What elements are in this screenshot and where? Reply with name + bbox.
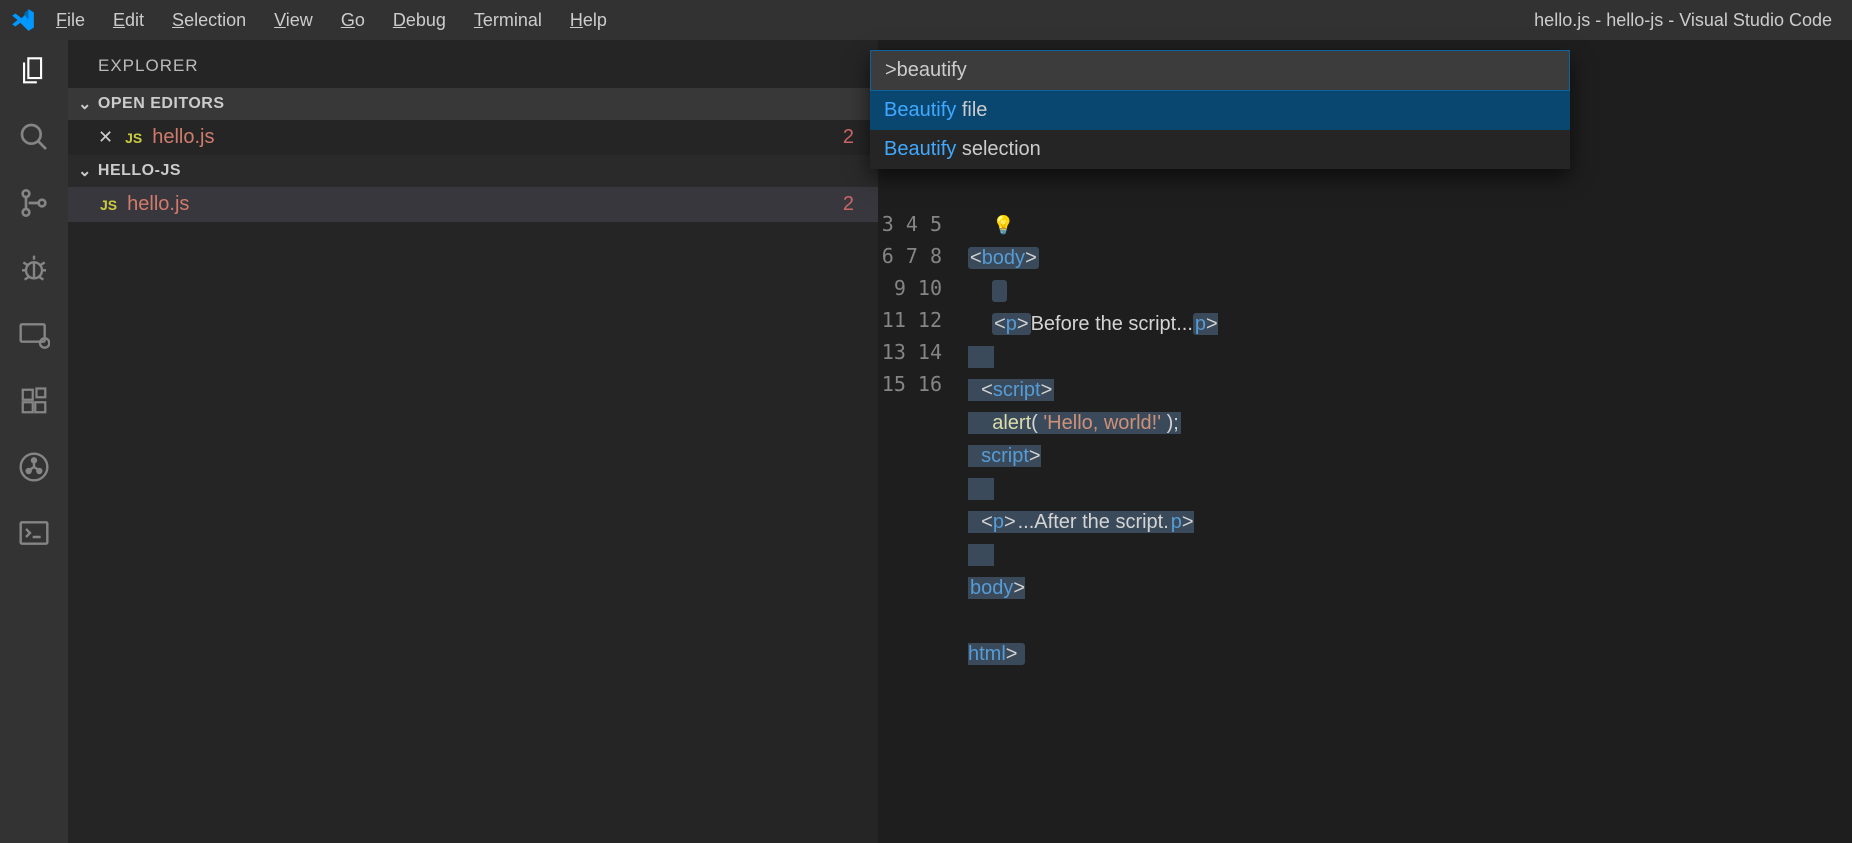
explorer-title: EXPLORER [68, 40, 878, 88]
menu-item[interactable]: File [56, 10, 85, 31]
explorer-icon[interactable] [17, 54, 51, 88]
command-palette: Beautify fileBeautify selection [870, 50, 1570, 169]
activity-bar [0, 40, 68, 843]
palette-item[interactable]: Beautify selection [870, 130, 1570, 169]
explorer-sidebar: EXPLORER ⌄ OPEN EDITORS ✕ JS hello.js 2 … [68, 40, 878, 843]
menu-item[interactable]: Terminal [474, 10, 542, 31]
remote-icon[interactable] [17, 318, 51, 352]
menu-item[interactable]: Go [341, 10, 365, 31]
error-count: 2 [843, 126, 854, 149]
terminal-icon[interactable] [17, 516, 51, 550]
title-bar: File Edit Selection View Go Debug Terminal Help… [0, 0, 1852, 40]
source-control-icon[interactable] [17, 186, 51, 220]
extensions-icon[interactable] [17, 384, 51, 418]
vscode-logo-icon [10, 7, 36, 33]
open-editors-label: OPEN EDITORS [98, 95, 225, 113]
chevron-down-icon: ⌄ [78, 94, 92, 114]
chevron-down-icon: ⌄ [78, 161, 92, 181]
close-icon[interactable]: ✕ [98, 127, 113, 148]
folder-file[interactable]: JS hello.js 2 [68, 187, 878, 222]
lightbulb-icon[interactable]: 💡 [992, 209, 1014, 241]
menu-item[interactable]: Selection [172, 10, 246, 31]
folder-filename: hello.js [127, 193, 189, 216]
folder-label: HELLO-JS [98, 162, 181, 180]
error-count: 2 [843, 193, 854, 216]
menu-bar: File Edit Selection View Go Debug Terminal Help [56, 10, 607, 31]
folder-header[interactable]: ⌄ HELLO-JS [68, 155, 878, 187]
git-graph-icon[interactable] [17, 450, 51, 484]
menu-item[interactable]: Debug [393, 10, 446, 31]
palette-item[interactable]: Beautify file [870, 91, 1570, 130]
menu-item[interactable]: Help [570, 10, 607, 31]
command-palette-input[interactable] [870, 50, 1570, 91]
open-editor-file[interactable]: ✕ JS hello.js 2 [68, 120, 878, 155]
search-icon[interactable] [17, 120, 51, 154]
open-editors-header[interactable]: ⌄ OPEN EDITORS [68, 88, 878, 120]
debug-icon[interactable] [17, 252, 51, 286]
open-editor-filename: hello.js [152, 126, 214, 149]
js-badge-icon: JS [123, 130, 144, 146]
window-title: hello.js - hello-js - Visual Studio Code [1534, 10, 1832, 31]
js-badge-icon: JS [98, 197, 119, 213]
menu-item[interactable]: Edit [113, 10, 144, 31]
menu-item[interactable]: View [274, 10, 313, 31]
